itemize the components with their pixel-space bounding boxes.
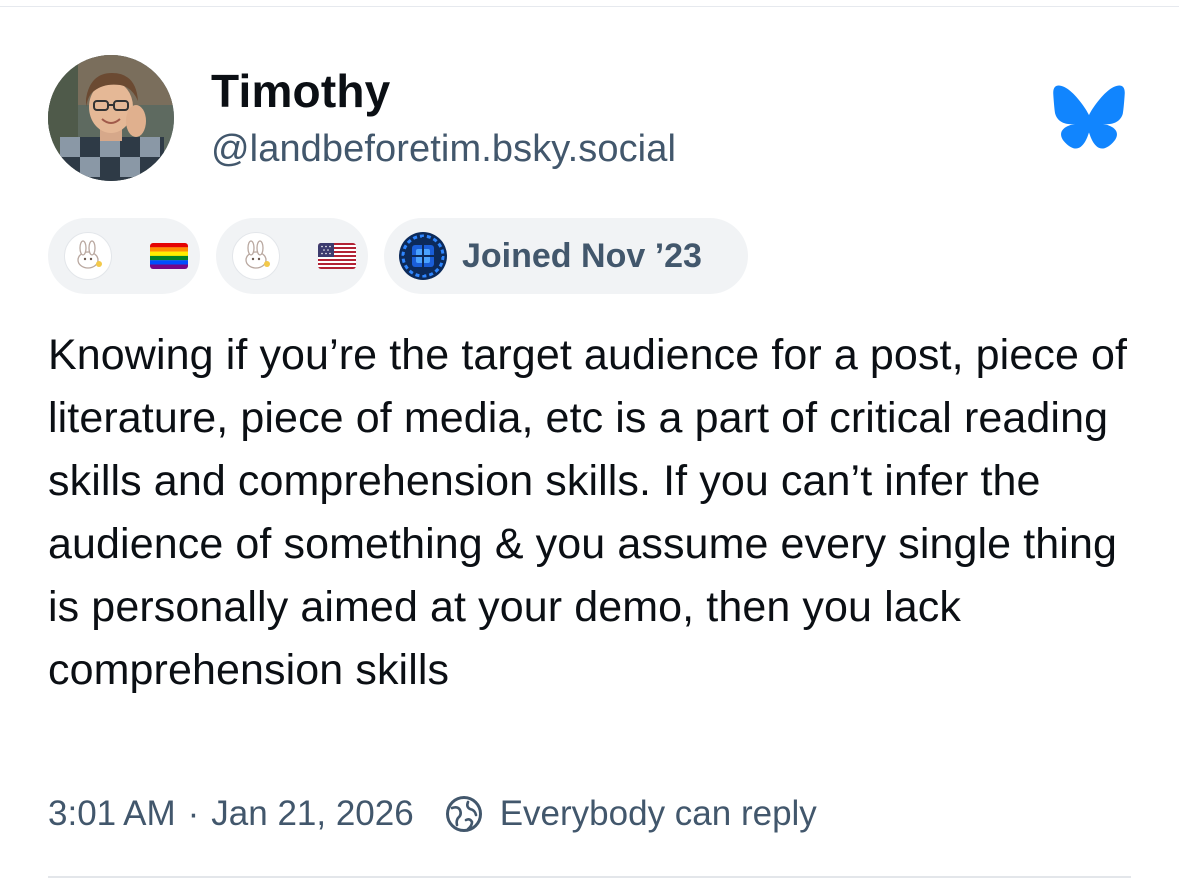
bunny-icon (232, 232, 280, 280)
avatar-image (48, 55, 174, 181)
joined-date-label: Joined Nov ’23 (462, 236, 702, 275)
post-time[interactable]: 3:01 AM (48, 794, 176, 834)
reply-setting-label[interactable]: Everybody can reply (500, 794, 817, 834)
bottom-divider (48, 876, 1131, 878)
rainbow-flag-icon (150, 243, 188, 269)
starter-pack-icon (399, 232, 447, 280)
globe-reply-icon (445, 796, 482, 832)
badge-bunny-rainbow[interactable] (48, 218, 200, 294)
separator-dot: · (187, 794, 200, 833)
us-flag-icon (318, 243, 356, 269)
badge-joined[interactable]: Joined Nov ’23 (384, 218, 748, 294)
display-name[interactable]: Timothy (211, 64, 390, 118)
handle[interactable]: @landbeforetim.bsky.social (211, 128, 676, 171)
badge-bunny-us[interactable] (216, 218, 368, 294)
post-footer: 3:01 AM · Jan 21, 2026 Everybody can rep… (48, 794, 817, 834)
avatar[interactable] (48, 55, 174, 181)
post-text: Knowing if you’re the target audience fo… (48, 331, 1128, 694)
bluesky-butterfly-icon[interactable] (1052, 84, 1126, 150)
bunny-icon (64, 232, 112, 280)
top-divider (0, 6, 1179, 7)
post-date[interactable]: Jan 21, 2026 (211, 794, 413, 834)
